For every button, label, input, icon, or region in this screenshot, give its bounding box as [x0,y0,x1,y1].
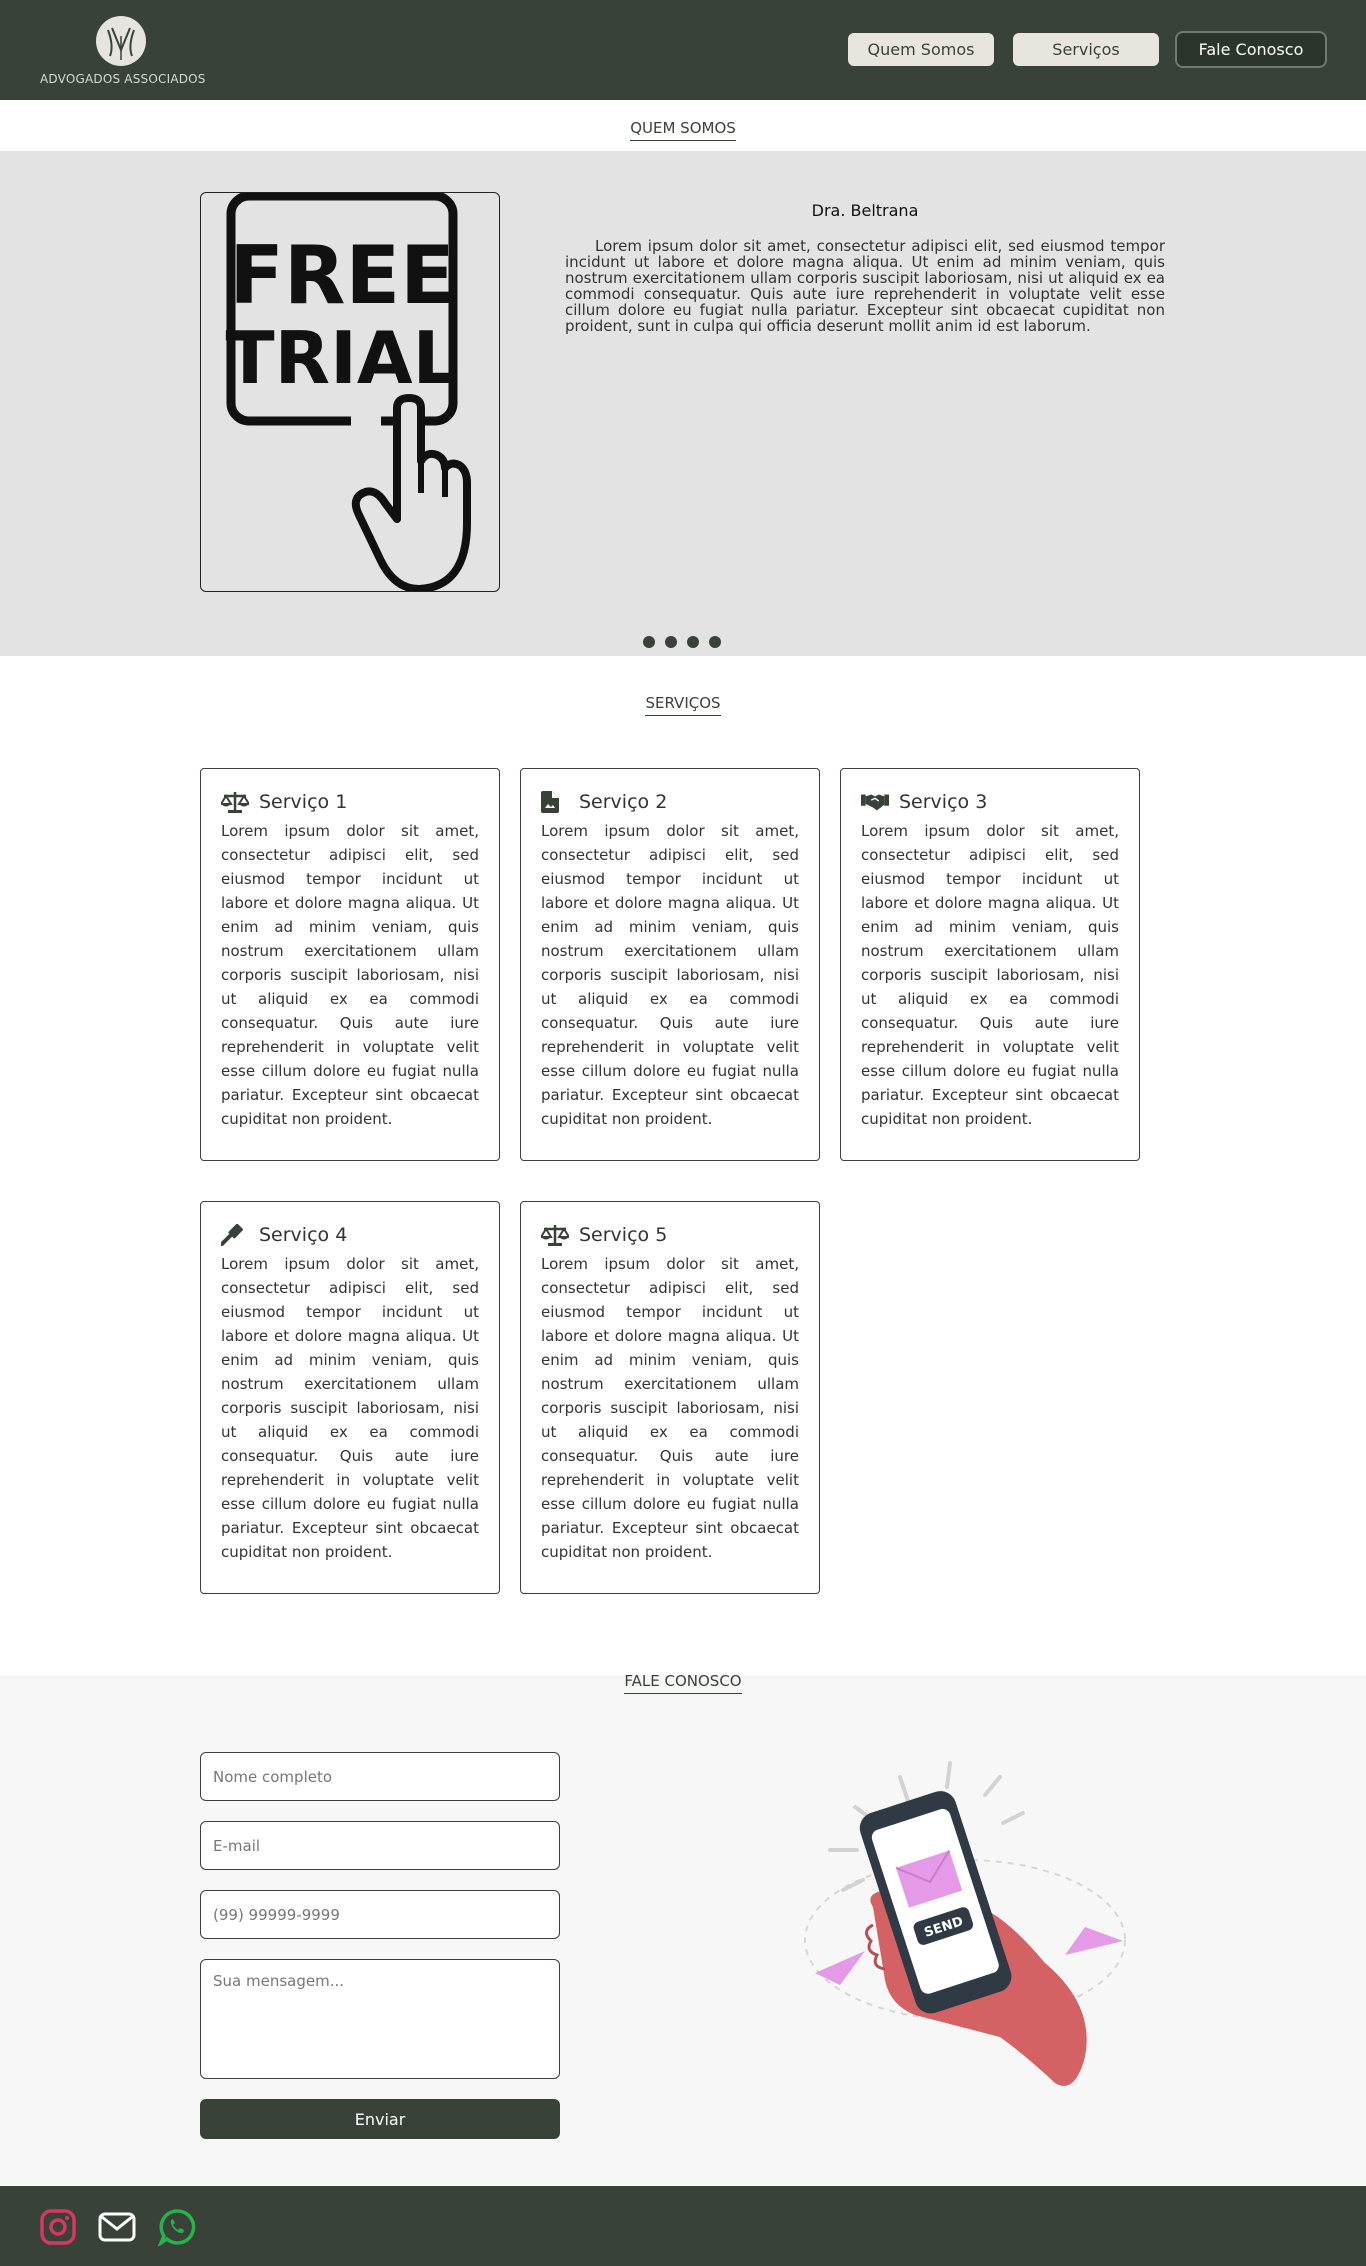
nav-quem-somos-button[interactable]: Quem Somos [846,31,996,68]
logo-text: ADVOGADOS ASSOCIADOS [40,72,206,86]
logo-emblem-icon [96,16,146,66]
about-name: Dra. Beltrana [811,201,919,220]
service-text: Lorem ipsum dolor sit amet, consectetur … [861,822,1119,1128]
about-section: FREE TRIAL Dra. Beltrana Lorem ipsum dol… [0,151,1366,656]
services-section-title-text: SERVIÇOS [645,694,721,716]
mail-icon[interactable] [98,2208,136,2246]
logo[interactable]: ADVOGADOS ASSOCIADOS [40,16,206,86]
carousel-indicators [643,636,721,648]
about-image: FREE TRIAL [200,191,500,593]
contact-section-title: FALE CONOSCO [0,1672,1366,1694]
whatsapp-icon[interactable] [157,2208,196,2248]
services-section-title: SERVIÇOS [0,694,1366,716]
carousel-dot-4[interactable] [709,636,721,648]
site-header: ADVOGADOS ASSOCIADOS Quem Somos Serviços… [0,0,1366,100]
phone-input[interactable]: (99) 99999-9999 [200,1890,560,1939]
gavel-icon [221,1223,249,1247]
service-text: Lorem ipsum dolor sit amet, consectetur … [221,1255,479,1561]
service-title: Serviço 4 [259,1224,348,1246]
service-title: Serviço 5 [579,1224,668,1246]
contact-section-title-text: FALE CONOSCO [624,1672,742,1694]
scale-icon [221,790,249,814]
service-title: Serviço 1 [259,791,348,813]
service-card: Serviço 2 Lorem ipsum dolor sit amet, co… [520,768,820,1161]
instagram-icon[interactable] [39,2208,77,2246]
nav-fale-conosco-button[interactable]: Fale Conosco [1175,31,1327,68]
document-icon [541,790,569,814]
service-text: Lorem ipsum dolor sit amet, consectetur … [541,1255,799,1561]
site-footer [0,2186,1366,2266]
image-text-trial: TRIAL [226,316,459,400]
about-text: Lorem ipsum dolor sit amet, consectetur … [565,237,1165,335]
message-textarea[interactable]: Sua mensagem... [200,1959,560,2079]
email-input[interactable]: E-mail [200,1821,560,1870]
send-message-illustration: SEND [795,1755,1135,2095]
name-input[interactable]: Nome completo [200,1752,560,1801]
service-text: Lorem ipsum dolor sit amet, consectetur … [541,822,799,1128]
submit-button[interactable]: Enviar [200,2099,560,2139]
carousel-dot-3[interactable] [687,636,699,648]
service-title: Serviço 3 [899,791,988,813]
service-card: Serviço 3 Lorem ipsum dolor sit amet, co… [840,768,1140,1161]
image-text-free: FREE [229,229,455,322]
nav-servicos-button[interactable]: Serviços [1011,31,1161,68]
service-card: Serviço 5 Lorem ipsum dolor sit amet, co… [520,1201,820,1594]
about-section-title-text: QUEM SOMOS [630,119,736,141]
carousel-dot-2[interactable] [665,636,677,648]
service-title: Serviço 2 [579,791,668,813]
about-section-title: QUEM SOMOS [0,119,1366,141]
handshake-icon [861,790,889,814]
carousel-dot-1[interactable] [643,636,655,648]
scale-icon [541,1223,569,1247]
service-text: Lorem ipsum dolor sit amet, consectetur … [221,822,479,1128]
service-card: Serviço 4 Lorem ipsum dolor sit amet, co… [200,1201,500,1594]
service-card: Serviço 1 Lorem ipsum dolor sit amet, co… [200,768,500,1161]
